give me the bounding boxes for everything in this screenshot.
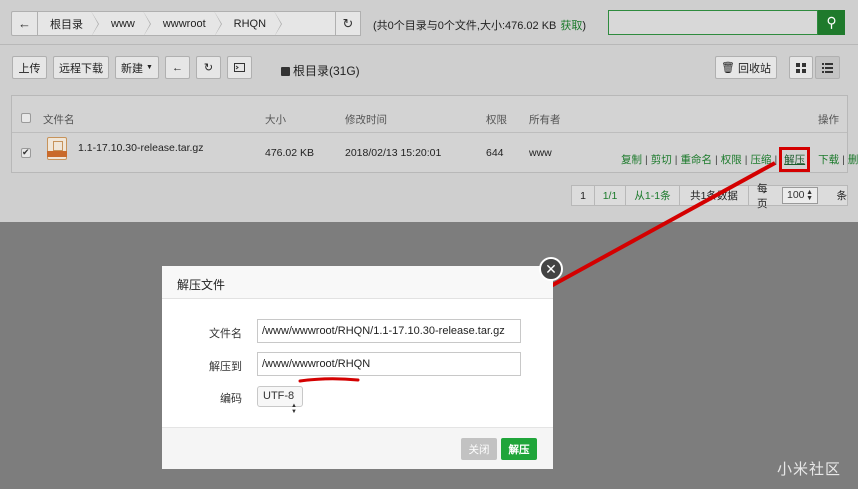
- encoding-value: UTF-8: [263, 390, 294, 402]
- extract-dialog: 解压文件 文件名 解压到 编码 UTF-8▲▼ 关闭 解压: [162, 266, 553, 469]
- close-button[interactable]: 关闭: [461, 438, 497, 460]
- watermark: 小米社区: [777, 458, 841, 479]
- select-arrows-icon: ▲▼: [291, 403, 297, 415]
- extract-to-label: 解压到: [162, 358, 242, 374]
- filename-label: 文件名: [162, 325, 242, 341]
- extract-to-field[interactable]: [257, 352, 521, 376]
- encoding-select[interactable]: UTF-8▲▼: [257, 386, 303, 407]
- dialog-title: 解压文件: [162, 266, 553, 299]
- extract-button[interactable]: 解压: [501, 438, 537, 460]
- filename-field[interactable]: [257, 319, 521, 343]
- close-icon[interactable]: ✕: [539, 257, 563, 281]
- underline-annotation: [298, 376, 360, 384]
- encoding-label: 编码: [162, 390, 242, 406]
